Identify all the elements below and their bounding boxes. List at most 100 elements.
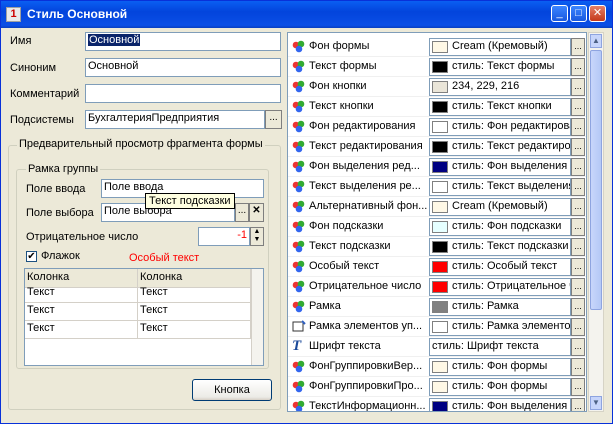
scroll-down-icon[interactable]: ▼ — [590, 396, 602, 410]
property-row[interactable]: Фон редактирования стиль: Фон редактирова… — [288, 117, 586, 137]
table-row[interactable]: Текст Текст — [25, 302, 263, 321]
property-row[interactable]: Отрицательное число стиль: Отрицательное … — [288, 277, 586, 297]
property-row[interactable]: Фон кнопки 234, 229, 216... — [288, 77, 586, 97]
property-value-field[interactable]: стиль: Шрифт текста — [429, 338, 571, 356]
table-row[interactable]: Текст Текст — [25, 284, 263, 303]
preview-select-button[interactable]: ... — [235, 203, 249, 222]
property-select-button[interactable]: ... — [571, 78, 585, 96]
scroll-thumb[interactable] — [590, 50, 602, 310]
table-cell: Текст — [25, 284, 138, 303]
property-value-field[interactable]: стиль: Текст редактирования — [429, 138, 571, 156]
synonym-input[interactable]: Основной — [85, 58, 281, 77]
table-scrollbar[interactable] — [251, 269, 263, 365]
font-icon: T — [292, 338, 302, 354]
property-row[interactable]: ТекстИнформационн... стиль: Фон выделения… — [288, 397, 586, 411]
property-select-button[interactable]: ... — [571, 178, 585, 196]
property-value-field[interactable]: стиль: Рамка — [429, 298, 571, 316]
preview-button[interactable]: Кнопка — [192, 379, 272, 401]
minimize-icon[interactable]: _ — [551, 5, 568, 22]
preview-table[interactable]: Колонка Колонка Текст Текст Текст Текст … — [24, 268, 264, 366]
property-value: стиль: Фон формы — [452, 380, 548, 392]
property-row[interactable]: Фон выделения ред... стиль: Фон выделения… — [288, 157, 586, 177]
property-value-field[interactable]: стиль: Фон выделения — [429, 398, 571, 411]
negative-number-input[interactable]: -1 — [198, 227, 250, 246]
property-value-field[interactable]: Cream (Кремовый) — [429, 38, 571, 56]
property-value-field[interactable]: стиль: Особый текст — [429, 258, 571, 276]
property-select-button[interactable]: ... — [571, 378, 585, 396]
property-value-field[interactable]: стиль: Фон формы — [429, 358, 571, 376]
table-cell: Текст — [138, 302, 251, 321]
property-value-field[interactable]: стиль: Фон формы — [429, 378, 571, 396]
property-row[interactable]: ФонГруппировкиПро... стиль: Фон формы... — [288, 377, 586, 397]
window-title: Стиль Основной — [27, 7, 128, 21]
property-value: стиль: Фон подсказки — [452, 220, 562, 232]
title-bar[interactable]: 1 Стиль Основной _ □ ✕ — [1, 1, 612, 28]
property-row[interactable]: Фон формы Cream (Кремовый)... — [288, 37, 586, 57]
property-row[interactable]: T Шрифт текста стиль: Шрифт текста... — [288, 337, 586, 357]
property-row[interactable]: Особый текст стиль: Особый текст... — [288, 257, 586, 277]
clear-icon[interactable]: ✕ — [249, 203, 264, 222]
color-swatch — [432, 401, 448, 411]
property-value-field[interactable]: стиль: Текст кнопки — [429, 98, 571, 116]
property-select-button[interactable]: ... — [571, 118, 585, 136]
property-select-button[interactable]: ... — [571, 398, 585, 411]
property-value-field[interactable]: стиль: Текст формы — [429, 58, 571, 76]
property-value-field[interactable]: 234, 229, 216 — [429, 78, 571, 96]
subsystems-input[interactable]: БухгалтерияПредприятия — [85, 110, 265, 129]
property-select-button[interactable]: ... — [571, 298, 585, 316]
property-select-button[interactable]: ... — [571, 38, 585, 56]
property-value: стиль: Фон редактирования — [452, 120, 570, 132]
maximize-icon[interactable]: □ — [570, 5, 587, 22]
subsystems-select-button[interactable]: ... — [265, 110, 282, 129]
property-select-button[interactable]: ... — [571, 98, 585, 116]
property-value: стиль: Текст редактирования — [452, 140, 571, 152]
property-row[interactable]: Рамка стиль: Рамка... — [288, 297, 586, 317]
property-select-button[interactable]: ... — [571, 138, 585, 156]
property-name: Текст выделения ре... — [309, 180, 421, 192]
synonym-label: Синоним — [10, 62, 57, 74]
property-select-button[interactable]: ... — [571, 258, 585, 276]
property-value-field[interactable]: стиль: Фон подсказки — [429, 218, 571, 236]
property-select-button[interactable]: ... — [571, 198, 585, 216]
property-value-field[interactable]: Cream (Кремовый) — [429, 198, 571, 216]
property-value-field[interactable]: стиль: Текст выделения — [429, 178, 571, 196]
property-select-button[interactable]: ... — [571, 358, 585, 376]
property-row[interactable]: Рамка элементов уп... стиль: Рамка элемен… — [288, 317, 586, 337]
property-row[interactable]: Фон подсказки стиль: Фон подсказки... — [288, 217, 586, 237]
close-icon[interactable]: ✕ — [589, 5, 606, 22]
comment-input[interactable] — [85, 84, 281, 103]
property-select-button[interactable]: ... — [571, 158, 585, 176]
property-select-button[interactable]: ... — [571, 318, 585, 336]
color-swatch — [432, 241, 448, 253]
input-field-label: Поле ввода — [26, 183, 86, 195]
style-properties-list[interactable]: Фон формы Cream (Кремовый)... Текст формы с… — [287, 32, 587, 412]
property-row[interactable]: Текст редактирования стиль: Текст редакти… — [288, 137, 586, 157]
property-select-button[interactable]: ... — [571, 218, 585, 236]
name-input[interactable]: Основной — [85, 32, 281, 51]
property-select-button[interactable]: ... — [571, 338, 585, 356]
property-value-field[interactable]: стиль: Текст подсказки — [429, 238, 571, 256]
property-row[interactable]: ФонГруппировкиВер... стиль: Фон формы... — [288, 357, 586, 377]
property-row[interactable]: Текст формы стиль: Текст формы... — [288, 57, 586, 77]
property-value-field[interactable]: стиль: Отрицательное число — [429, 278, 571, 296]
palette-icon — [292, 220, 306, 233]
checkbox-label: Флажок — [41, 250, 80, 262]
property-select-button[interactable]: ... — [571, 238, 585, 256]
palette-icon — [292, 80, 306, 93]
spinner-icon[interactable]: ▲ ▼ — [250, 227, 264, 246]
property-value-field[interactable]: стиль: Фон выделения — [429, 158, 571, 176]
checkbox[interactable]: ✔ — [26, 251, 37, 262]
property-row[interactable]: Текст подсказки стиль: Текст подсказки... — [288, 237, 586, 257]
property-row[interactable]: Текст выделения ре... стиль: Текст выделе… — [288, 177, 586, 197]
property-row[interactable]: Текст кнопки стиль: Текст кнопки... — [288, 97, 586, 117]
property-value: стиль: Текст формы — [452, 60, 555, 72]
table-row[interactable]: Текст Текст — [25, 320, 263, 339]
preview-title: Предварительный просмотр фрагмента формы — [17, 138, 265, 150]
property-select-button[interactable]: ... — [571, 58, 585, 76]
properties-scrollbar[interactable]: ▲ ▼ — [588, 32, 604, 412]
scroll-up-icon[interactable]: ▲ — [590, 34, 602, 48]
property-value-field[interactable]: стиль: Рамка элементов — [429, 318, 571, 336]
property-select-button[interactable]: ... — [571, 278, 585, 296]
property-row[interactable]: Альтернативный фон... Cream (Кремовый)... — [288, 197, 586, 217]
property-value-field[interactable]: стиль: Фон редактирования — [429, 118, 571, 136]
